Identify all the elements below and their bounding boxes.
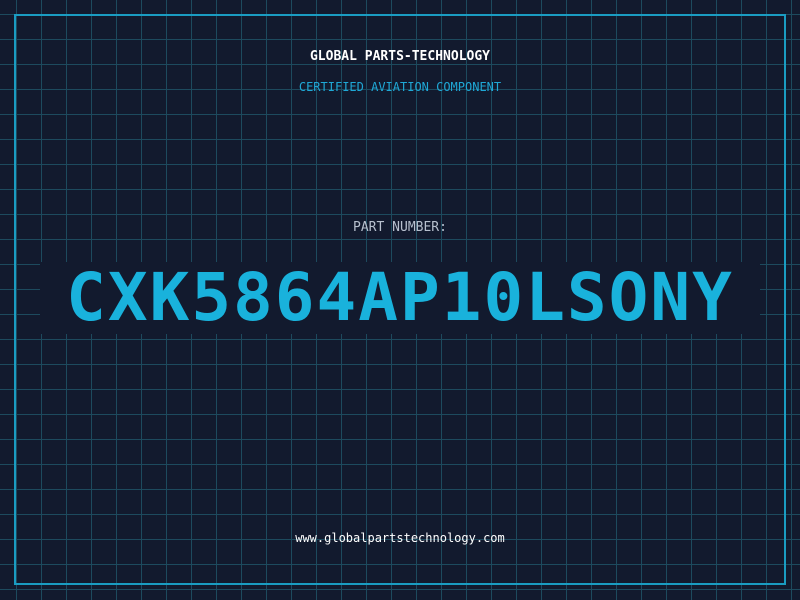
certification-tagline: CERTIFIED AVIATION COMPONENT bbox=[298, 80, 502, 94]
website-url: www.globalpartstechnology.com bbox=[295, 531, 505, 545]
part-number-value: CXK5864AP10LSONY bbox=[66, 259, 734, 336]
company-name: GLOBAL PARTS-TECHNOLOGY bbox=[309, 49, 490, 64]
part-number-label: PART NUMBER: bbox=[353, 220, 447, 235]
